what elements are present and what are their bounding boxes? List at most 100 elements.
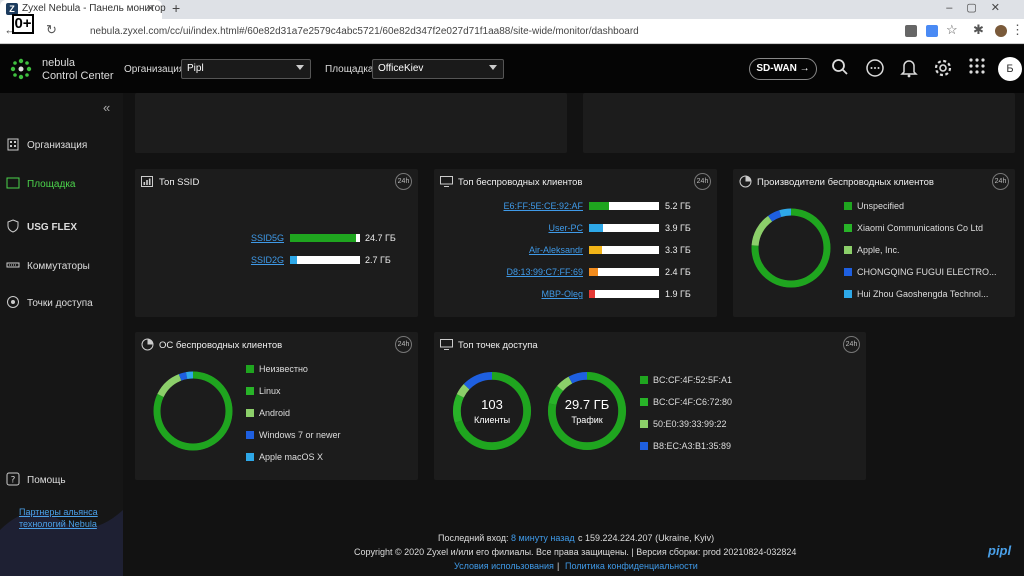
star-icon[interactable]: ☆: [946, 22, 958, 38]
search-icon[interactable]: [829, 58, 851, 80]
ssid-bar: [290, 234, 360, 242]
building-icon: [7, 138, 19, 151]
copyright: Copyright © 2020 Zyxel и/или его филиалы…: [354, 547, 797, 557]
legend-swatch: [246, 387, 254, 395]
client-link[interactable]: User-PC: [470, 223, 583, 233]
site-select-value: OfficeKiev: [378, 63, 424, 74]
sidebar-item-label: Площадка: [27, 179, 76, 190]
sidebar-item-organization[interactable]: Организация: [6, 137, 116, 155]
svg-text:?: ?: [11, 476, 16, 486]
legend-label[interactable]: Неизвестно: [259, 364, 308, 374]
sidebar-item-access-points[interactable]: Точки доступа: [6, 295, 116, 313]
card-title: ОС беспроводных клиентов: [159, 340, 283, 351]
partners-link[interactable]: Партнеры альянса технологий Nebula: [19, 506, 119, 530]
client-link[interactable]: MBP-Oleg: [470, 289, 583, 299]
tab-close-icon[interactable]: ✕: [146, 2, 155, 15]
sidebar-decoration: [0, 510, 123, 576]
legend-swatch: [844, 246, 852, 254]
legend-label[interactable]: Hui Zhou Gaoshengda Technol...: [857, 289, 988, 299]
period-24h-badge[interactable]: 24h: [395, 336, 412, 353]
legend-label[interactable]: B8:EC:A3:B1:35:89: [653, 441, 731, 451]
period-24h-badge[interactable]: 24h: [694, 173, 711, 190]
gear-icon[interactable]: [932, 58, 954, 80]
legend-label[interactable]: BC:CF:4F:C6:72:80: [653, 397, 732, 407]
site-label: Площадка:: [325, 64, 377, 75]
legend-label[interactable]: Windows 7 or newer: [259, 430, 341, 440]
zoom-badge: 0+: [12, 14, 34, 34]
client-bar: [589, 224, 659, 232]
ap-traffic-value: 29.7 ГБ: [564, 397, 610, 412]
legend-label[interactable]: Apple macOS X: [259, 452, 323, 462]
client-link[interactable]: Air-Aleksandr: [470, 245, 583, 255]
legend-swatch: [844, 224, 852, 232]
reload-icon[interactable]: ↻: [46, 22, 57, 38]
client-bar: [589, 268, 659, 276]
sidebar-item-usg-flex[interactable]: USG FLEX: [6, 219, 116, 237]
switch-icon: [6, 262, 20, 268]
apps-grid-icon[interactable]: [966, 58, 988, 80]
legend-swatch: [844, 268, 852, 276]
card-title: Топ точек доступа: [458, 340, 538, 351]
access-point-icon: [7, 296, 19, 308]
site-select[interactable]: OfficeKiev: [372, 59, 504, 79]
new-tab-icon[interactable]: +: [172, 0, 180, 16]
client-link[interactable]: D8:13:99:C7:FF:69: [470, 267, 583, 277]
sdwan-button[interactable]: SD-WAN →: [749, 58, 817, 80]
help-label: Помощь: [27, 475, 66, 486]
last-login-label: Последний вход:: [438, 533, 509, 543]
legend-swatch: [640, 442, 648, 450]
chat-icon[interactable]: [864, 58, 886, 80]
client-bar: [589, 246, 659, 254]
logo-text-line2: Control Center: [42, 70, 114, 82]
ssid-value: 24.7 ГБ: [365, 233, 396, 243]
sidebar-item-site[interactable]: Площадка: [6, 176, 116, 194]
ssid-value: 2.7 ГБ: [365, 255, 391, 265]
period-24h-badge[interactable]: 24h: [992, 173, 1009, 190]
legend-label[interactable]: 50:E0:39:33:99:22: [653, 419, 727, 429]
client-value: 5.2 ГБ: [665, 201, 691, 211]
card-title: Производители беспроводных клиентов: [757, 177, 934, 188]
profile-icon[interactable]: [995, 25, 1007, 37]
bell-icon[interactable]: [898, 58, 920, 80]
legend-label[interactable]: Apple, Inc.: [857, 245, 900, 255]
terms-link[interactable]: Условия использования: [454, 561, 554, 571]
legend-label[interactable]: Xiaomi Communications Co Ltd: [857, 223, 983, 233]
shield-icon: [7, 219, 19, 233]
menu-dots-icon[interactable]: ⋮: [1011, 22, 1024, 38]
window-controls[interactable]: –▢✕: [946, 1, 1014, 14]
ssid-link[interactable]: SSID5G: [220, 233, 284, 243]
bar-chart-icon: [141, 176, 153, 187]
legend-label[interactable]: BC:CF:4F:52:5F:A1: [653, 375, 732, 385]
sidebar-item-label: USG FLEX: [27, 222, 78, 233]
legend-label[interactable]: Linux: [259, 386, 281, 396]
sidebar-item-label: Организация: [27, 140, 88, 151]
extension-icon[interactable]: [905, 25, 917, 37]
period-24h-badge[interactable]: 24h: [843, 336, 860, 353]
monitor-icon: [440, 339, 453, 350]
ap-clients-value: 103: [481, 397, 503, 412]
url-field[interactable]: nebula.zyxel.com/cc/ui/index.html#/60e82…: [90, 26, 639, 37]
ap-clients-label: Клиенты: [473, 415, 511, 425]
translate-icon[interactable]: [926, 25, 938, 37]
nebula-logo-icon: [10, 58, 32, 80]
privacy-link[interactable]: Политика конфиденциальности: [565, 561, 698, 571]
puzzle-icon[interactable]: ✱: [973, 22, 984, 38]
client-value: 3.9 ГБ: [665, 223, 691, 233]
vendors-donut-chart: [751, 208, 831, 288]
legend-label[interactable]: CHONGQING FUGUI ELECTRO...: [857, 267, 997, 277]
collapse-sidebar-icon[interactable]: «: [103, 100, 110, 115]
legend-label[interactable]: Unspecified: [857, 201, 904, 211]
card-partial-left: [135, 93, 567, 153]
period-24h-badge[interactable]: 24h: [395, 173, 412, 190]
org-select[interactable]: Pipl: [181, 59, 311, 79]
client-link[interactable]: E6:FF:5E:CE:92:AF: [470, 201, 583, 211]
legend-swatch: [844, 202, 852, 210]
card-partial-right: [583, 93, 1015, 153]
sidebar-item-switches[interactable]: Коммутаторы: [6, 258, 116, 276]
chevron-down-icon: [296, 65, 304, 70]
help-button[interactable]: ? Помощь: [6, 472, 116, 490]
ssid-link[interactable]: SSID2G: [220, 255, 284, 265]
avatar[interactable]: Б: [998, 57, 1022, 81]
legend-swatch: [246, 453, 254, 461]
legend-label[interactable]: Android: [259, 408, 290, 418]
